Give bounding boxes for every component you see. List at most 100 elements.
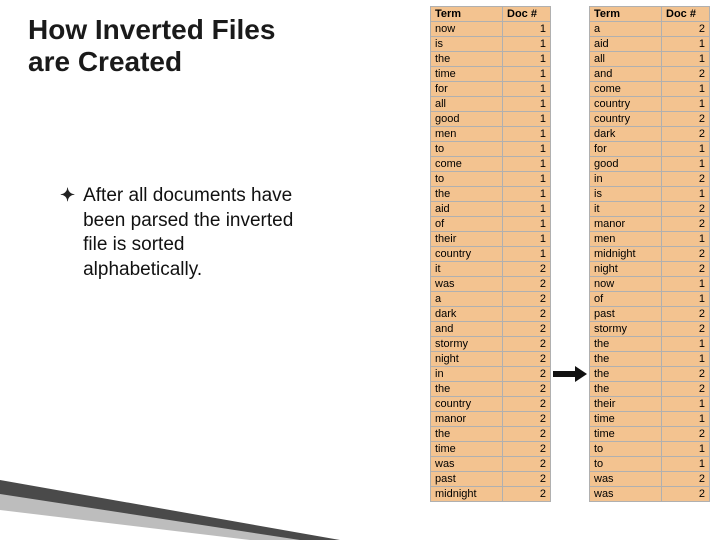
table-row: in2: [431, 367, 551, 382]
cell-doc: 1: [662, 292, 710, 307]
table-row: all1: [431, 97, 551, 112]
cell-doc: 2: [503, 307, 551, 322]
cell-doc: 2: [662, 472, 710, 487]
bullet-glyph-icon: ✦: [60, 184, 75, 207]
cell-term: in: [431, 367, 503, 382]
bullet-item: ✦ After all documents have been parsed t…: [60, 184, 300, 283]
cell-doc: 2: [662, 172, 710, 187]
cell-term: time: [590, 427, 662, 442]
cell-doc: 2: [662, 382, 710, 397]
table-row: of1: [590, 292, 710, 307]
table-row: was2: [431, 457, 551, 472]
table-row: is1: [590, 187, 710, 202]
cell-term: time: [431, 442, 503, 457]
cell-doc: 1: [503, 37, 551, 52]
cell-term: time: [590, 412, 662, 427]
table-row: of1: [431, 217, 551, 232]
cell-term: of: [431, 217, 503, 232]
cell-term: the: [590, 367, 662, 382]
table-row: country1: [431, 247, 551, 262]
cell-term: for: [590, 142, 662, 157]
table-row: manor2: [590, 217, 710, 232]
table-row: time1: [431, 67, 551, 82]
cell-term: men: [431, 127, 503, 142]
cell-term: aid: [590, 37, 662, 52]
table-row: midnight2: [431, 487, 551, 502]
cell-doc: 2: [662, 217, 710, 232]
cell-doc: 2: [503, 277, 551, 292]
cell-term: the: [431, 187, 503, 202]
cell-term: and: [590, 67, 662, 82]
cell-doc: 1: [662, 442, 710, 457]
cell-term: was: [431, 457, 503, 472]
cell-term: country: [431, 397, 503, 412]
tables-container: Term Doc # now1is1the1time1for1all1good1…: [430, 6, 710, 502]
table-row: country2: [431, 397, 551, 412]
cell-doc: 2: [662, 322, 710, 337]
cell-term: time: [431, 67, 503, 82]
cell-doc: 2: [662, 22, 710, 37]
table-row: their1: [590, 397, 710, 412]
cell-term: country: [590, 97, 662, 112]
table-row: the2: [590, 367, 710, 382]
sorted-table: Term Doc # a2aid1all1and2come1country1co…: [589, 6, 710, 502]
table-row: country1: [590, 97, 710, 112]
cell-doc: 2: [662, 307, 710, 322]
cell-doc: 1: [503, 52, 551, 67]
table-row: now1: [431, 22, 551, 37]
cell-doc: 1: [503, 97, 551, 112]
bullet-text: After all documents have been parsed the…: [83, 184, 300, 283]
cell-doc: 1: [662, 397, 710, 412]
cell-term: aid: [431, 202, 503, 217]
cell-term: now: [431, 22, 503, 37]
cell-doc: 1: [662, 187, 710, 202]
cell-term: come: [590, 82, 662, 97]
cell-doc: 1: [503, 202, 551, 217]
table-row: was2: [590, 472, 710, 487]
cell-doc: 1: [662, 277, 710, 292]
cell-doc: 2: [503, 472, 551, 487]
table-row: dark2: [431, 307, 551, 322]
cell-term: come: [431, 157, 503, 172]
table-row: manor2: [431, 412, 551, 427]
cell-doc: 2: [662, 127, 710, 142]
table-row: the2: [431, 427, 551, 442]
table-row: a2: [431, 292, 551, 307]
cell-doc: 1: [662, 157, 710, 172]
decorative-wedge: [0, 420, 340, 540]
cell-term: past: [590, 307, 662, 322]
table-row: it2: [590, 202, 710, 217]
cell-term: of: [590, 292, 662, 307]
cell-term: men: [590, 232, 662, 247]
table-row: for1: [590, 142, 710, 157]
table-row: aid1: [431, 202, 551, 217]
cell-term: their: [590, 397, 662, 412]
table-row: stormy2: [431, 337, 551, 352]
cell-term: was: [431, 277, 503, 292]
cell-doc: 1: [503, 187, 551, 202]
cell-term: their: [431, 232, 503, 247]
cell-term: to: [590, 442, 662, 457]
cell-doc: 1: [662, 412, 710, 427]
cell-term: the: [431, 52, 503, 67]
cell-term: manor: [431, 412, 503, 427]
cell-doc: 2: [503, 367, 551, 382]
cell-term: stormy: [431, 337, 503, 352]
table-row: now1: [590, 277, 710, 292]
table-row: come1: [431, 157, 551, 172]
table-row: time2: [431, 442, 551, 457]
cell-doc: 2: [503, 322, 551, 337]
cell-doc: 1: [503, 82, 551, 97]
cell-term: for: [431, 82, 503, 97]
cell-term: night: [590, 262, 662, 277]
table-row: to1: [590, 442, 710, 457]
table-row: in2: [590, 172, 710, 187]
cell-doc: 1: [662, 457, 710, 472]
table-row: was2: [590, 487, 710, 502]
cell-term: all: [590, 52, 662, 67]
cell-doc: 1: [503, 247, 551, 262]
arrow-right-icon: [553, 366, 587, 382]
cell-doc: 1: [503, 142, 551, 157]
cell-doc: 2: [503, 397, 551, 412]
cell-term: in: [590, 172, 662, 187]
